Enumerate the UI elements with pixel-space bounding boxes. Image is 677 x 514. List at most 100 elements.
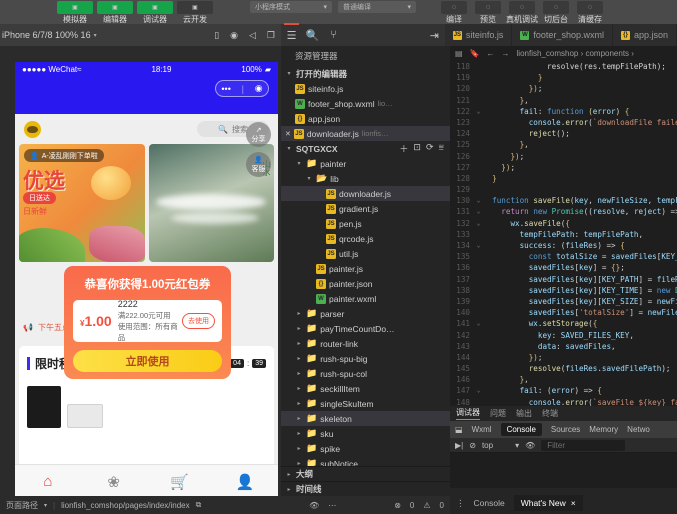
back-arrow-icon[interactable]: ←: [487, 49, 495, 58]
chevron-right-icon[interactable]: ▸: [295, 385, 303, 392]
tree-item-sku[interactable]: ▸📁sku: [281, 426, 450, 441]
fold-icon[interactable]: [474, 162, 483, 173]
compile-select[interactable]: 普通编译 ▾: [338, 1, 416, 13]
close-icon[interactable]: ✕: [138, 410, 161, 433]
fold-icon[interactable]: [474, 363, 483, 374]
coupon-cta-button[interactable]: 立即使用: [73, 350, 222, 372]
fold-icon[interactable]: ⌄: [474, 195, 483, 206]
more-icon[interactable]: •••: [221, 84, 230, 94]
search-icon[interactable]: 🔍: [302, 29, 323, 42]
chevron-right-icon[interactable]: ▸: [295, 370, 303, 377]
avatar[interactable]: [24, 121, 41, 138]
fold-icon[interactable]: [474, 83, 483, 94]
fold-icon[interactable]: ⌄: [474, 240, 483, 251]
tree-item-router-link[interactable]: ▸📁router-link: [281, 336, 450, 351]
tabbar-item-home[interactable]: ⌂: [15, 473, 81, 490]
fold-icon[interactable]: ⌄: [474, 206, 483, 217]
editor-tab-footer_shop.wxml[interactable]: W footer_shop.wxml: [512, 24, 613, 46]
tabbar-item-cart[interactable]: 🛒: [147, 473, 213, 491]
open-editors-section[interactable]: ▾ 打开的编辑器: [281, 66, 450, 81]
fold-icon[interactable]: ⌄: [474, 318, 483, 329]
error-icon[interactable]: ⊗: [394, 501, 401, 510]
drawer-tab-console[interactable]: Console: [474, 498, 505, 508]
copy-icon[interactable]: ⧉: [196, 500, 202, 510]
mode-select[interactable]: 小程序模式 ▾: [250, 1, 332, 13]
more-vertical-icon[interactable]: ⋮: [456, 498, 465, 509]
toolbar-button-云开发[interactable]: ▣ 云开发: [177, 5, 213, 25]
chevron-right-icon[interactable]: ▸: [295, 415, 303, 422]
chevron-right-icon[interactable]: ▸: [295, 400, 303, 407]
tree-item-painter.wxml[interactable]: Wpainter.wxml: [281, 291, 450, 306]
eye-icon[interactable]: 👁: [309, 501, 319, 510]
tree-item-painter.js[interactable]: JSpainter.js: [281, 261, 450, 276]
forward-arrow-icon[interactable]: →: [502, 49, 510, 58]
code-area[interactable]: 118 resolve(res.tempFilePath); 119 } 120…: [450, 61, 677, 406]
fold-icon[interactable]: [474, 229, 483, 240]
devtools-tab-调试器[interactable]: 调试器: [456, 407, 480, 420]
tree-item-painter[interactable]: ▾📁painter: [281, 156, 450, 171]
devtools-panel-tab-Sources[interactable]: Sources: [551, 425, 580, 434]
toolbar-button-清缓存[interactable]: ◌ 清缓存: [576, 5, 604, 25]
tree-item-spike[interactable]: ▸📁spike: [281, 441, 450, 456]
branch-icon[interactable]: ⑂: [323, 29, 344, 41]
fold-icon[interactable]: [474, 296, 483, 307]
chevron-down-icon[interactable]: ▾: [94, 32, 97, 39]
tree-item-pen.js[interactable]: JSpen.js: [281, 216, 450, 231]
fold-icon[interactable]: [474, 397, 483, 406]
tree-item-singleSkuItem[interactable]: ▸📁singleSkuItem: [281, 396, 450, 411]
toolbar-button-编译[interactable]: ◌ 编译: [440, 5, 468, 25]
tree-item-qrcode.js[interactable]: JSqrcode.js: [281, 231, 450, 246]
share-button[interactable]: ↗ 分享: [246, 122, 271, 147]
open-editor-footer_shop.wxml[interactable]: W footer_shop.wxml lio…: [281, 96, 450, 111]
device-rotate-icon[interactable]: ▯: [214, 30, 219, 41]
coupon-use-link[interactable]: 去使用: [182, 313, 215, 329]
fold-icon[interactable]: [474, 173, 483, 184]
chevron-right-icon[interactable]: ▸: [295, 325, 303, 332]
fold-icon[interactable]: [474, 341, 483, 352]
tree-item-rush-spu-big[interactable]: ▸📁rush-spu-big: [281, 351, 450, 366]
fold-icon[interactable]: [474, 151, 483, 162]
outline-section[interactable]: ▸ 大纲: [281, 466, 450, 481]
toolbar-button-切后台[interactable]: ◌ 切后台: [542, 5, 570, 25]
fold-icon[interactable]: [474, 61, 483, 72]
chevron-right-icon[interactable]: ▸: [295, 430, 303, 437]
devtools-tab-终端[interactable]: 终端: [542, 408, 558, 419]
devtools-panel-tab-Netwo[interactable]: Netwo: [627, 425, 650, 434]
console-output[interactable]: [450, 453, 677, 488]
tree-item-gradient.js[interactable]: JSgradient.js: [281, 201, 450, 216]
devtools-tab-输出[interactable]: 输出: [516, 408, 532, 419]
project-section[interactable]: ▾ SQTGXCX ＋ ⊡ ⟳ ⩸: [281, 141, 450, 156]
fold-icon[interactable]: ⌄: [474, 385, 483, 396]
fold-icon[interactable]: ⌄: [474, 218, 483, 229]
record-icon[interactable]: ◉: [230, 30, 238, 41]
toolbar-button-预览[interactable]: ◌ 预览: [474, 5, 502, 25]
capsule-button[interactable]: ••• | ◉: [215, 80, 269, 97]
close-icon[interactable]: ×: [571, 498, 576, 508]
toolbar-button-调试器[interactable]: ▣ 调试器: [137, 5, 173, 25]
chevron-right-icon[interactable]: ▸: [295, 310, 303, 317]
page-path-label[interactable]: 页面路径: [6, 500, 38, 511]
fold-icon[interactable]: [474, 374, 483, 385]
editor-tab-siteinfo.js[interactable]: JS siteinfo.js: [445, 24, 513, 46]
target-icon[interactable]: ◉: [255, 83, 263, 94]
chevron-down-icon[interactable]: ▾: [295, 160, 303, 167]
close-icon[interactable]: ✕: [285, 130, 291, 138]
fold-icon[interactable]: [474, 307, 483, 318]
fold-icon[interactable]: [474, 184, 483, 195]
volume-icon[interactable]: ◁: [249, 30, 256, 41]
refresh-icon[interactable]: ⟳: [426, 142, 434, 155]
tree-item-painter.json[interactable]: {}painter.json: [281, 276, 450, 291]
fold-icon[interactable]: [474, 128, 483, 139]
tree-item-parser[interactable]: ▸📁parser: [281, 306, 450, 321]
tabbar-item-category[interactable]: ❀: [81, 473, 147, 491]
editor-tab-app.json[interactable]: {} app.json: [613, 24, 677, 46]
eye-icon[interactable]: 👁: [525, 441, 535, 450]
chevron-down-icon[interactable]: ▾: [305, 175, 313, 182]
open-editor-siteinfo.js[interactable]: JS siteinfo.js: [281, 81, 450, 96]
fold-icon[interactable]: ⌄: [474, 106, 483, 117]
bookmark-icon[interactable]: 🔖: [470, 49, 480, 58]
tree-item-downloader.js[interactable]: JSdownloader.js: [281, 186, 450, 201]
fold-icon[interactable]: [474, 352, 483, 363]
tree-item-lib[interactable]: ▾📂lib: [281, 171, 450, 186]
tree-item-rush-spu-col[interactable]: ▸📁rush-spu-col: [281, 366, 450, 381]
